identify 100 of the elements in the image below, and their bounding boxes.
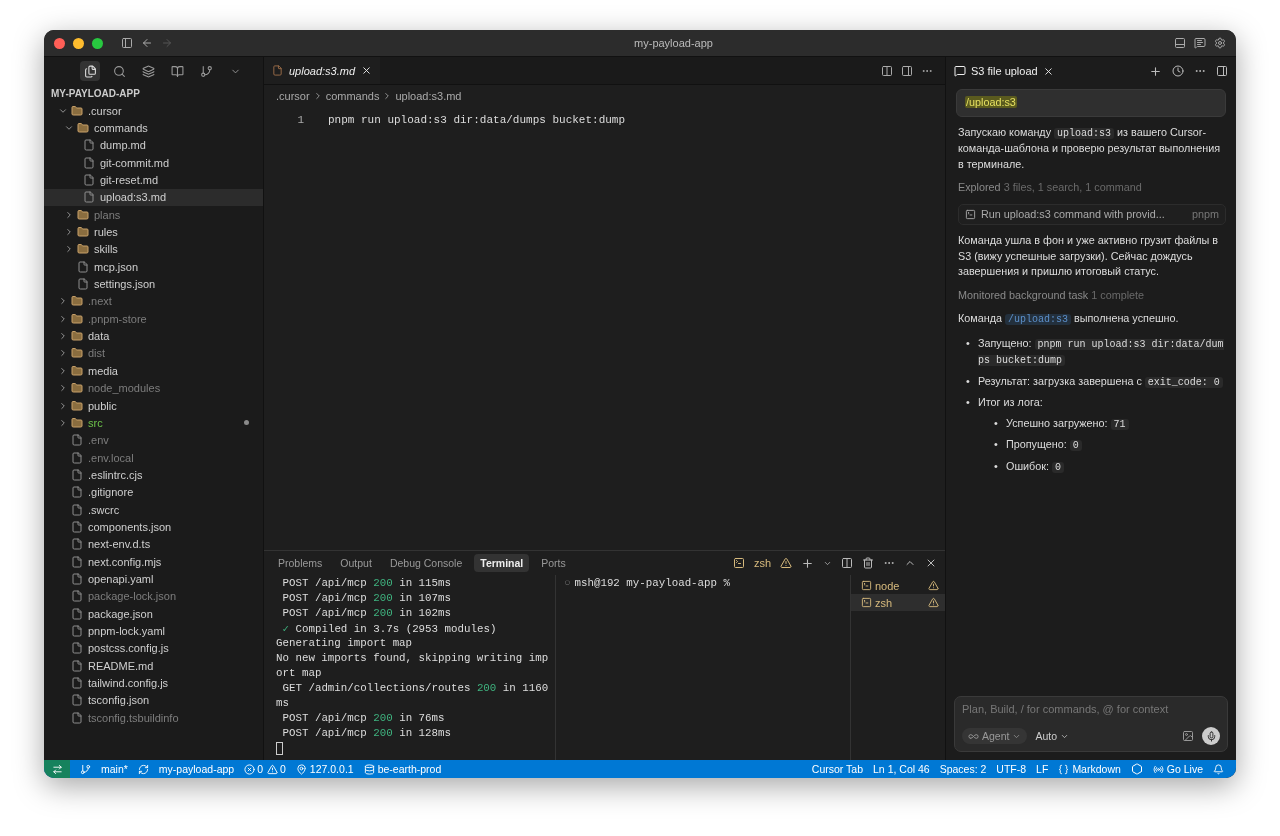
tree-item[interactable]: package.json [44, 604, 263, 623]
trash-icon[interactable] [862, 557, 874, 569]
tree-item[interactable]: next-env.d.ts [44, 535, 263, 553]
microphone-button[interactable] [1202, 727, 1220, 745]
activity-summary[interactable]: Monitored background task 1 complete [958, 287, 1226, 303]
terminal-item[interactable]: zsh [851, 594, 945, 611]
close-icon[interactable] [1042, 65, 1054, 77]
panel-toggle-icon[interactable] [1216, 65, 1228, 77]
split-terminal-icon[interactable] [841, 557, 853, 569]
tree-item[interactable]: upload:s3.md [44, 188, 263, 207]
close-window-button[interactable] [54, 37, 65, 49]
new-chat-icon[interactable] [1149, 64, 1162, 78]
status-item[interactable]: Cursor Tab [811, 763, 864, 775]
preview-icon[interactable] [881, 64, 893, 77]
notifications-icon[interactable] [1213, 763, 1224, 775]
command-link[interactable]: /upload:s3 [1005, 314, 1071, 325]
breadcrumb-item[interactable]: .cursor [276, 90, 310, 102]
minimize-window-button[interactable] [73, 37, 84, 49]
tree-item[interactable]: skills [44, 240, 263, 259]
tree-item[interactable]: openapi.yaml [44, 570, 263, 588]
tree-item[interactable]: .cursor [44, 102, 263, 120]
tree-item[interactable]: tsconfig.json [44, 691, 263, 710]
close-icon[interactable] [361, 65, 373, 76]
sidebar-toggle-icon[interactable] [121, 37, 133, 49]
chat-input[interactable]: Plan, Build, / for commands, @ for context [962, 703, 1220, 715]
branch-icon [199, 64, 213, 78]
tree-item[interactable]: node_modules [44, 379, 263, 397]
panel-tab[interactable]: Output [334, 554, 378, 572]
tree-item[interactable]: dump.md [44, 136, 263, 155]
tree-item[interactable]: .eslintrc.cjs [44, 466, 263, 484]
tool-call-card[interactable]: Run upload:s3 command with provid... pnpm [958, 203, 1226, 225]
error-count[interactable]: 0 [257, 763, 263, 775]
tree-item[interactable]: mcp.json [44, 258, 263, 276]
status-item[interactable]: LF [1036, 763, 1049, 775]
back-icon[interactable] [141, 37, 153, 49]
status-item[interactable]: UTF-8 [996, 763, 1027, 775]
split-editor-icon[interactable] [901, 64, 913, 77]
tree-item[interactable]: tailwind.config.js [44, 674, 263, 692]
database-indicator[interactable]: be-earth-prod [377, 763, 442, 775]
panel-tab[interactable]: Terminal [474, 554, 530, 572]
tree-item[interactable]: .pnpm-store [44, 310, 263, 328]
new-terminal-icon[interactable] [801, 556, 814, 570]
image-icon[interactable] [1182, 730, 1194, 742]
project-name[interactable]: my-payload-app [158, 763, 235, 775]
history-icon[interactable] [1172, 65, 1184, 77]
status-item[interactable]: Ln 1, Col 46 [873, 763, 930, 775]
tree-item[interactable]: README.md [44, 657, 263, 675]
chevron-right-icon [64, 227, 74, 238]
activity-summary[interactable]: Explored 3 files, 1 search, 1 command [958, 180, 1226, 196]
panel-tab[interactable]: Problems [272, 554, 329, 572]
chat-icon[interactable] [1194, 37, 1206, 49]
tree-item[interactable]: package-lock.json [44, 587, 263, 605]
chat-tab[interactable]: S3 file upload [954, 65, 1054, 77]
language-indicator[interactable]: Markdown [1072, 763, 1121, 775]
tree-item[interactable]: components.json [44, 518, 263, 536]
tree-item[interactable]: .gitignore [44, 483, 263, 501]
tree-item[interactable]: git-reset.md [44, 171, 263, 189]
terminal-item[interactable]: node [851, 577, 945, 594]
tree-item[interactable]: dist [44, 344, 263, 363]
breadcrumb-item[interactable]: upload:s3.md [395, 90, 462, 102]
panel-tab[interactable]: Ports [535, 554, 572, 572]
breadcrumb-item[interactable]: commands [325, 90, 380, 102]
tree-item[interactable]: rules [44, 223, 263, 241]
tree-item[interactable]: .swcrc [44, 500, 263, 519]
terminal-cursor [276, 742, 283, 755]
tree-item[interactable]: .next [44, 292, 263, 311]
tree-item[interactable]: media [44, 362, 263, 380]
tree-item[interactable]: settings.json [44, 275, 263, 293]
mode-dropdown[interactable]: Agent [962, 728, 1028, 744]
branch-indicator[interactable]: main* [101, 763, 128, 775]
tree-item[interactable]: git-commit.md [44, 154, 263, 172]
tree-item[interactable]: postcss.config.js [44, 639, 263, 657]
extension-icon[interactable] [1130, 763, 1143, 775]
tree-item[interactable]: .env.local [44, 448, 263, 467]
settings-icon[interactable] [1214, 37, 1226, 49]
status-item[interactable]: Spaces: 2 [939, 763, 987, 775]
tree-item[interactable]: tsconfig.tsbuildinfo [44, 709, 263, 727]
sync-icon[interactable] [137, 763, 149, 775]
host-indicator[interactable]: 127.0.0.1 [309, 763, 354, 775]
close-icon[interactable] [925, 557, 937, 569]
file-icon [71, 677, 83, 689]
explorer-button[interactable] [80, 61, 100, 81]
model-dropdown[interactable]: Auto [1035, 730, 1070, 742]
file-icon [71, 642, 83, 655]
go-live-button[interactable]: Go Live [1166, 763, 1203, 775]
tree-item[interactable]: src [44, 414, 263, 432]
tree-item[interactable]: .env [44, 431, 263, 449]
panel-tab[interactable]: Debug Console [383, 554, 469, 572]
warning-count[interactable]: 0 [280, 763, 286, 775]
tree-item[interactable]: public [44, 396, 263, 415]
tree-item[interactable]: commands [44, 119, 263, 137]
tree-item[interactable]: next.config.mjs [44, 552, 263, 571]
tree-item[interactable]: pnpm-lock.yaml [44, 622, 263, 640]
zoom-window-button[interactable] [92, 37, 103, 49]
remote-button[interactable] [44, 760, 70, 778]
tree-item[interactable]: plans [44, 206, 263, 224]
panel-toggle-icon[interactable] [1174, 37, 1186, 49]
editor-tab[interactable]: upload:s3.md [264, 57, 381, 84]
tree-item[interactable]: data [44, 327, 263, 345]
shell-label[interactable]: zsh [753, 557, 771, 569]
